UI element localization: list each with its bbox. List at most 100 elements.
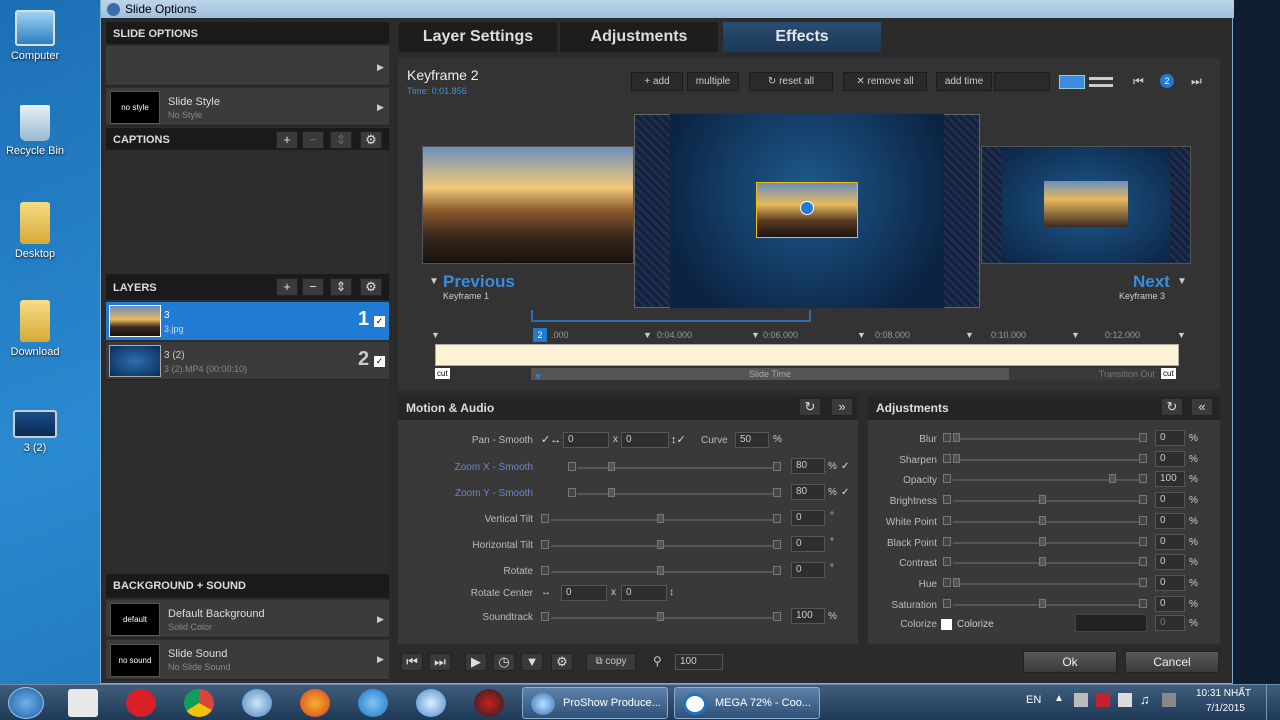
white-point-min-checkbox[interactable]	[943, 515, 951, 525]
pan-y-input[interactable]: 0	[621, 432, 669, 448]
layer-row-2[interactable]: 3 (2) 3 (2).MP4 (00:00:10) 2 ✓	[106, 342, 389, 380]
layer-anchor-icon[interactable]	[800, 201, 814, 215]
start-button[interactable]	[8, 687, 44, 719]
sharpen-min-checkbox[interactable]	[943, 453, 951, 463]
expand-arrow-icon[interactable]: ▶	[377, 654, 384, 665]
remove-caption-button[interactable]: −	[302, 131, 324, 149]
white-point-slider-knob[interactable]	[1038, 515, 1046, 525]
marker-icon[interactable]: ▼	[521, 653, 543, 671]
keyframe-marker-icon[interactable]: ▼	[643, 330, 652, 340]
zoom-x-slider-track[interactable]	[577, 467, 773, 469]
soundtrack-slider-knob[interactable]	[657, 612, 664, 621]
rotate-center-x-input[interactable]: 0	[561, 585, 607, 601]
next-keyframe-icon[interactable]: ▼	[1177, 276, 1187, 287]
soundtrack-max-checkbox[interactable]	[773, 612, 781, 621]
soundtrack-min-checkbox[interactable]	[541, 612, 549, 621]
previous-keyframe-icon[interactable]: ▼	[429, 276, 439, 287]
vertical-tilt-min-checkbox[interactable]	[541, 514, 549, 523]
adjustments-collapse-button[interactable]: «	[1191, 398, 1213, 416]
horizontal-tilt-max-checkbox[interactable]	[773, 540, 781, 549]
horizontal-tilt-input[interactable]: 0	[791, 536, 825, 552]
ok-button[interactable]: Ok	[1023, 651, 1117, 673]
globe-icon[interactable]	[242, 689, 272, 717]
chrome-icon[interactable]	[184, 689, 214, 717]
add-caption-button[interactable]: +	[276, 131, 298, 149]
internet-explorer-icon[interactable]	[358, 689, 388, 717]
hue-slider-track[interactable]	[953, 582, 1139, 585]
sharpen-input[interactable]: 0	[1155, 450, 1185, 467]
view-mode-single-button[interactable]	[1059, 75, 1085, 89]
saturation-slider-knob[interactable]	[1038, 598, 1046, 608]
expand-arrow-icon[interactable]: ▶	[377, 614, 384, 625]
opera-icon[interactable]	[126, 689, 156, 717]
zoom-y-input[interactable]: 80	[791, 484, 825, 500]
remove-all-button[interactable]: ✕ remove all	[843, 72, 927, 91]
black-point-slider-track[interactable]	[953, 541, 1139, 544]
soundtrack-input[interactable]: 100	[791, 608, 825, 624]
sharpen-max-checkbox[interactable]	[1139, 453, 1147, 463]
previous-keyframe-preview[interactable]	[422, 146, 634, 264]
next-slide-button[interactable]: ⏭	[429, 653, 451, 671]
zoom-x-max-checkbox[interactable]	[773, 462, 781, 471]
add-layer-button[interactable]: +	[276, 278, 298, 296]
rotate-max-checkbox[interactable]	[773, 566, 781, 575]
view-mode-multi-button[interactable]	[1089, 77, 1113, 87]
gear-icon[interactable]: ⚙	[551, 653, 573, 671]
blur-input[interactable]: 0	[1155, 430, 1185, 446]
blur-slider-track[interactable]	[953, 438, 1139, 440]
apps-grid-icon[interactable]	[68, 689, 98, 717]
curve-input[interactable]: 50	[735, 432, 769, 448]
desktop-icon-recycle-bin[interactable]: Recycle Bin	[4, 105, 66, 157]
zoom-x-min-checkbox[interactable]	[568, 462, 576, 471]
next-keyframe-preview[interactable]	[981, 146, 1191, 264]
layer-2-visible-checkbox[interactable]: ✓	[374, 356, 385, 367]
colorize-input[interactable]: 0	[1155, 615, 1185, 631]
expand-arrow-icon[interactable]: ▶	[377, 62, 384, 73]
add-time-button[interactable]: add time	[936, 72, 992, 91]
saturation-max-checkbox[interactable]	[1139, 598, 1147, 608]
desktop-icon-desktop[interactable]: Desktop	[4, 202, 66, 260]
tray-expand-icon[interactable]: ▲	[1054, 693, 1064, 704]
spider-app-icon[interactable]	[474, 689, 504, 717]
pan-smooth-check-icon[interactable]: ✓↔	[541, 433, 561, 446]
zoom-y-max-checkbox[interactable]	[773, 488, 781, 497]
pan-y-smooth-check-icon[interactable]: ↕✓	[671, 433, 686, 446]
brightness-slider-knob[interactable]	[1038, 495, 1046, 505]
zoom-x-input[interactable]: 80	[791, 458, 825, 474]
rotate-min-checkbox[interactable]	[541, 566, 549, 575]
hue-slider-knob[interactable]	[953, 577, 960, 587]
firefox-icon[interactable]	[300, 689, 330, 717]
tab-layer-settings[interactable]: Layer Settings	[399, 22, 557, 52]
opacity-max-checkbox[interactable]	[1139, 474, 1147, 484]
zoom-x-slider-knob[interactable]	[608, 462, 615, 471]
white-point-slider-track[interactable]	[953, 520, 1139, 523]
adjustments-reset-button[interactable]: ↻	[1161, 398, 1183, 416]
horizontal-tilt-slider-knob[interactable]	[657, 540, 664, 549]
reorder-layer-button[interactable]: ⇕	[330, 278, 352, 296]
contrast-min-checkbox[interactable]	[943, 557, 951, 567]
tab-adjustments[interactable]: Adjustments	[560, 22, 718, 52]
tab-effects[interactable]: Effects	[723, 22, 881, 52]
zoom-input[interactable]: 100	[675, 654, 723, 670]
white-point-max-checkbox[interactable]	[1139, 515, 1147, 525]
blur-max-checkbox[interactable]	[1139, 433, 1147, 442]
opacity-slider-knob[interactable]	[1109, 474, 1117, 484]
layer-row-1[interactable]: 3 3.jpg 1 ✓	[106, 302, 389, 340]
last-keyframe-icon[interactable]: ⏭	[1191, 74, 1202, 89]
slide-time-handle-icon[interactable]: ▼	[533, 372, 543, 383]
desktop-icon-video[interactable]: 3 (2)	[4, 410, 66, 454]
rotate-input[interactable]: 0	[791, 562, 825, 578]
zoom-y-min-checkbox[interactable]	[568, 488, 576, 497]
sharpen-slider-track[interactable]	[953, 458, 1139, 461]
keyframe-marker-icon[interactable]: ▼	[1177, 330, 1186, 340]
vertical-tilt-max-checkbox[interactable]	[773, 514, 781, 523]
zoom-y-link-check-icon[interactable]: ✓	[841, 487, 849, 498]
motion-expand-button[interactable]: »	[831, 398, 853, 416]
saturation-min-checkbox[interactable]	[943, 598, 951, 608]
network-tray-icon[interactable]	[1074, 693, 1088, 707]
hue-min-checkbox[interactable]	[943, 577, 951, 587]
desktop-icon-computer[interactable]: Computer	[4, 10, 66, 62]
first-keyframe-icon[interactable]: ⏮	[1133, 74, 1144, 89]
black-point-slider-knob[interactable]	[1038, 536, 1046, 546]
vertical-tilt-input[interactable]: 0	[791, 510, 825, 526]
